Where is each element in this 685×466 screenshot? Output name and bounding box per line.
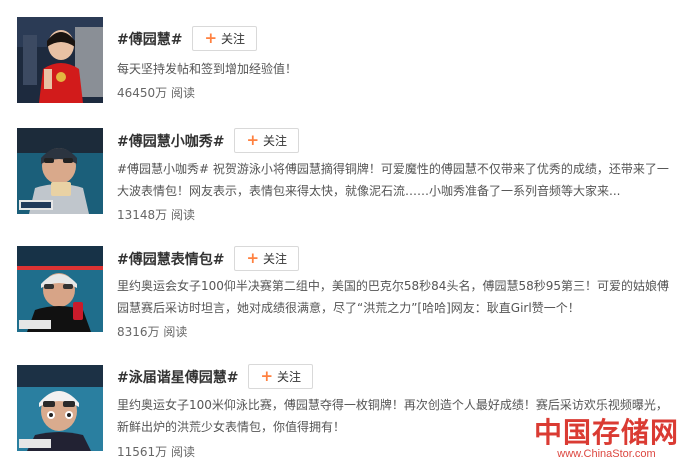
follow-label: 关注 <box>263 252 288 266</box>
site-watermark: 中国存储网 www.ChinaStor.com <box>533 416 679 461</box>
topic-thumbnail[interactable] <box>17 246 103 332</box>
topic-description: #傅园慧小咖秀# 祝贺游泳小将傅园慧摘得铜牌！可爱魔性的傅园慧不仅带来了优秀的成… <box>117 162 669 198</box>
follow-button[interactable]: + 关注 <box>192 26 258 51</box>
read-count: 8316万 阅读 <box>117 325 188 339</box>
plus-icon: + <box>204 29 218 47</box>
topic-description: 里约奥运会女子100仰半决赛第二组中，美国的巴克尔58秒84头名，傅园慧58秒9… <box>117 279 669 315</box>
follow-label: 关注 <box>221 32 246 46</box>
topic-thumbnail[interactable] <box>17 128 103 214</box>
topic-description: 每天坚持发帖和签到增加经验值！ <box>117 62 298 76</box>
plus-icon: + <box>260 367 274 385</box>
topic-title[interactable]: #傅园慧# <box>117 29 182 49</box>
topic-title[interactable]: #傅园慧表情包# <box>117 249 224 269</box>
topic-thumbnail[interactable] <box>17 365 103 451</box>
plus-icon: + <box>246 131 260 149</box>
follow-label: 关注 <box>263 134 288 148</box>
read-count: 11561万 阅读 <box>117 445 195 459</box>
topic-title[interactable]: #傅园慧小咖秀# <box>117 131 224 151</box>
watermark-url: www.ChinaStor.com <box>557 448 656 460</box>
follow-button[interactable]: + 关注 <box>234 128 300 153</box>
plus-icon: + <box>246 249 260 267</box>
follow-button[interactable]: + 关注 <box>248 364 314 389</box>
follow-button[interactable]: + 关注 <box>234 246 300 271</box>
topic-title[interactable]: #泳届谐星傅园慧# <box>117 367 238 387</box>
follow-label: 关注 <box>277 370 302 384</box>
read-count: 46450万 阅读 <box>117 86 195 100</box>
topic-thumbnail[interactable] <box>17 17 103 103</box>
read-count: 13148万 阅读 <box>117 208 195 222</box>
watermark-name: 中国存储网 <box>533 416 679 449</box>
